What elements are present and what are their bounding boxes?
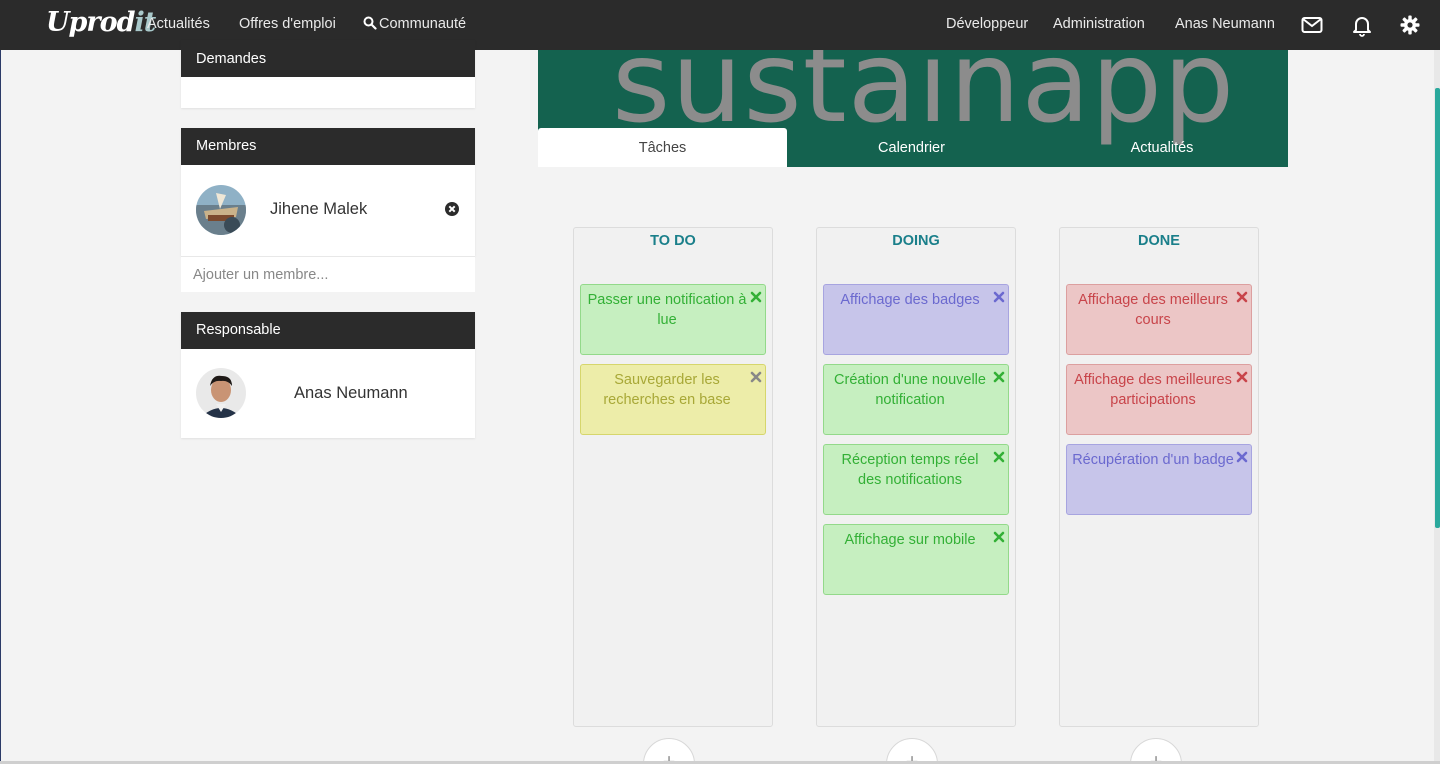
delete-task-icon[interactable] bbox=[993, 371, 1005, 383]
nav-user-name[interactable]: Anas Neumann bbox=[1175, 16, 1275, 32]
tab-calendrier[interactable]: Calendrier bbox=[787, 128, 1036, 167]
delete-task-icon[interactable] bbox=[1236, 371, 1248, 383]
responsable-avatar[interactable] bbox=[196, 368, 246, 418]
gear-icon[interactable] bbox=[1398, 13, 1422, 37]
task-card[interactable]: Récupération d'un badge bbox=[1066, 444, 1252, 515]
delete-task-icon[interactable] bbox=[750, 291, 762, 303]
remove-member-icon[interactable] bbox=[445, 202, 459, 216]
delete-task-icon[interactable] bbox=[993, 451, 1005, 463]
delete-task-icon[interactable] bbox=[993, 291, 1005, 303]
task-card-text: Affichage des badges bbox=[840, 292, 980, 308]
tab-actualites[interactable]: Actualités bbox=[1036, 128, 1288, 167]
delete-task-icon[interactable] bbox=[750, 371, 762, 383]
task-card[interactable]: Affichage sur mobile bbox=[823, 524, 1009, 595]
add-member-input[interactable] bbox=[181, 257, 475, 292]
tab-taches[interactable]: Tâches bbox=[538, 128, 787, 167]
demandes-title: Demandes bbox=[181, 40, 475, 77]
responsable-photo bbox=[196, 368, 246, 418]
task-card-text: Récupération d'un badge bbox=[1072, 452, 1234, 468]
member-avatar[interactable] bbox=[196, 185, 246, 235]
column-doing-title: DOING bbox=[892, 233, 940, 249]
column-todo-title: TO DO bbox=[650, 233, 696, 249]
delete-task-icon[interactable] bbox=[1236, 451, 1248, 463]
bell-icon[interactable] bbox=[1350, 13, 1374, 37]
task-card[interactable]: Affichage des meilleurs cours bbox=[1066, 284, 1252, 355]
task-card[interactable]: Passer une notification à lue bbox=[580, 284, 766, 355]
add-member-row bbox=[181, 256, 475, 292]
task-card-text: Passer une notification à lue bbox=[587, 292, 747, 328]
task-card-text: Affichage sur mobile bbox=[844, 532, 976, 548]
envelope-icon[interactable] bbox=[1300, 13, 1324, 37]
member-photo bbox=[196, 185, 246, 235]
nav-communaute[interactable]: Communauté bbox=[363, 16, 466, 32]
task-card-text: Affichage des meilleurs cours bbox=[1078, 292, 1228, 328]
delete-task-icon[interactable] bbox=[1236, 291, 1248, 303]
task-card-text: Sauvegarder les recherches en base bbox=[603, 372, 731, 408]
task-card[interactable]: Réception temps réel des notifications bbox=[823, 444, 1009, 515]
window-edge bbox=[0, 50, 1, 764]
responsable-panel: Responsable Anas Neumann bbox=[181, 312, 475, 438]
task-card[interactable]: Affichage des badges bbox=[823, 284, 1009, 355]
demandes-panel: Demandes bbox=[181, 40, 475, 108]
nav-offres-emploi[interactable]: Offres d'emploi bbox=[239, 16, 336, 32]
task-card[interactable]: Affichage des meilleures participations bbox=[1066, 364, 1252, 435]
membres-panel: Membres Jihene Malek bbox=[181, 128, 475, 256]
logo-text: Uprod bbox=[46, 7, 136, 38]
task-card-text: Affichage des meilleures participations bbox=[1074, 372, 1232, 408]
responsable-name[interactable]: Anas Neumann bbox=[294, 384, 408, 403]
member-name[interactable]: Jihene Malek bbox=[270, 200, 367, 219]
task-card[interactable]: Sauvegarder les recherches en base bbox=[580, 364, 766, 435]
task-card-text: Création d'une nouvelle notification bbox=[834, 372, 986, 408]
task-card[interactable]: Création d'une nouvelle notification bbox=[823, 364, 1009, 435]
app-logo[interactable]: Uprodit bbox=[46, 7, 156, 38]
scrollbar-thumb[interactable] bbox=[1435, 88, 1440, 528]
membres-title: Membres bbox=[181, 128, 475, 165]
nav-administration[interactable]: Administration bbox=[1053, 16, 1145, 32]
nav-actualites[interactable]: Actualités bbox=[147, 16, 210, 32]
responsable-title: Responsable bbox=[181, 312, 475, 349]
nav-developpeur[interactable]: Développeur bbox=[946, 16, 1028, 32]
search-icon bbox=[363, 16, 377, 30]
task-card-text: Réception temps réel des notifications bbox=[841, 452, 979, 488]
nav-communaute-label: Communauté bbox=[379, 16, 467, 32]
column-done-title: DONE bbox=[1138, 233, 1180, 249]
delete-task-icon[interactable] bbox=[993, 531, 1005, 543]
